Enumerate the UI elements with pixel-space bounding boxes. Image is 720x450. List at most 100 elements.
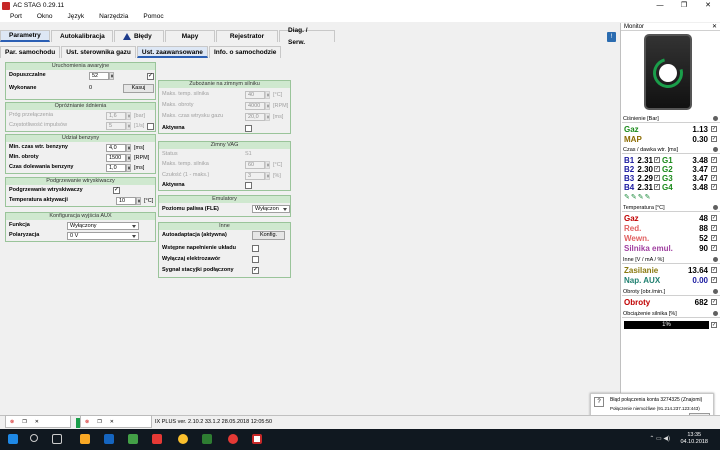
min-czas-spinner[interactable] [126,144,131,152]
map-checkbox[interactable]: ✓ [711,136,717,142]
polaryzacja-label: Polaryzacja [9,232,40,238]
help-icon[interactable]: ! [607,32,616,42]
tab-parametry[interactable]: Parametry [0,30,50,42]
opera-icon[interactable] [228,434,238,444]
restore-icon[interactable]: ❐ [22,419,26,425]
menu-port[interactable]: Port [10,13,22,20]
tab-rejestrator[interactable]: Rejestrator [216,30,278,42]
settings-icon[interactable] [713,205,718,210]
gaz-label: Gaz [624,125,639,134]
b1-checkbox[interactable]: ✓ [654,157,660,163]
poziom-paliwa-select[interactable]: Wyłączon [252,205,290,213]
b3-checkbox[interactable]: ✓ [654,175,660,181]
settings-icon[interactable] [713,289,718,294]
restore-icon[interactable]: ❐ [97,419,101,425]
t-red-checkbox[interactable]: ✓ [711,225,717,231]
zasilanie-checkbox[interactable]: ✓ [711,267,717,273]
sygnal-checkbox[interactable]: ✓ [252,267,259,274]
t-silnika-checkbox[interactable]: ✓ [711,245,717,251]
czas-dolewania-input[interactable]: 1,0 [106,164,126,172]
obroty-checkbox[interactable]: ✓ [711,299,717,305]
search-icon[interactable] [30,434,38,442]
minimized-window-1[interactable]: ⊗ ❐ ✕ [5,415,71,428]
windows-start-icon[interactable] [8,434,18,444]
nap-aux-checkbox[interactable]: ✓ [711,277,717,283]
app-icon[interactable] [128,434,138,444]
restore-button[interactable]: ❐ [672,0,696,11]
close-icon[interactable]: ✕ [712,23,717,31]
dopuszczalne-spinner[interactable] [109,72,114,80]
czas-header-text: Czas / dawka wtr. [ms] [623,147,679,153]
temp-aktywacji-spinner[interactable] [136,197,141,205]
g1-checkbox[interactable]: ✓ [711,157,717,163]
tab-autokalibracja[interactable]: Autokalibracja [51,30,113,42]
vag-aktywna-checkbox[interactable] [245,182,252,189]
maks-obroty-spinner [265,102,270,110]
podgrzewanie-checkbox[interactable]: ✓ [113,187,120,194]
menu-narzedzia[interactable]: Narzędzia [99,13,128,20]
clock[interactable]: 13:35 04.10.2018 [680,432,708,446]
file-explorer-icon[interactable] [80,434,90,444]
min-czas-input[interactable]: 4,0 [106,144,126,152]
wstepne-checkbox[interactable] [252,245,259,252]
temp-aktywacji-label: Temperatura aktywacji [9,197,68,203]
podgrzewanie-label: Podgrzewanie wtryskiwaczy [9,187,83,193]
tab-par-samochodu[interactable]: Par. samochodu [0,46,61,58]
g3-checkbox[interactable]: ✓ [711,175,717,181]
min-obroty-spinner[interactable] [126,154,131,162]
app-icon[interactable] [202,434,212,444]
b2-checkbox[interactable]: ✓ [654,166,660,172]
nap-aux-value: 0.00 [692,276,708,285]
b4-value: 2.31 [637,183,653,192]
task-view-icon[interactable] [52,434,62,444]
min-obroty-input[interactable]: 1500 [106,154,126,162]
obciazenie-checkbox[interactable]: ✓ [711,322,717,328]
czas-dolewania-spinner[interactable] [126,164,131,172]
temp-aktywacji-unit: [°C] [144,198,154,204]
close-icon[interactable]: ✕ [35,419,39,425]
settings-icon[interactable] [713,311,718,316]
dopuszczalne-input[interactable]: 52 [89,72,109,80]
tab-diag-serw[interactable]: Diag. / Serw. [279,27,335,46]
t-gaz-checkbox[interactable]: ✓ [711,215,717,221]
menu-pomoc[interactable]: Pomoc [143,13,163,20]
t-wewn-value: 52 [699,234,708,243]
close-icon[interactable]: ✕ [110,419,114,425]
edge-icon[interactable] [104,434,114,444]
oproznianie-checkbox[interactable] [147,123,154,130]
funkcja-select[interactable]: Wyłączony [67,222,139,230]
wylaczaj-checkbox[interactable] [252,256,259,263]
app-icon[interactable] [152,434,162,444]
menu-okno[interactable]: Okno [37,13,53,20]
temp-aktywacji-input[interactable]: 10 [116,197,136,205]
ac-stag-taskbar-icon[interactable] [252,434,262,444]
b4-checkbox[interactable]: ✓ [654,184,660,190]
t-wewn-checkbox[interactable]: ✓ [711,235,717,241]
dopuszczalne-checkbox[interactable]: ✓ [147,73,154,80]
panel-oproznianie: Opróżnianie śdnienia Próg przełączenia 1… [5,102,156,132]
tab-mapy[interactable]: Mapy [165,30,215,42]
obroty-label: Obroty [624,298,651,307]
maks-obroty-label: Maks. obroty [162,102,194,108]
close-button[interactable]: ✕ [696,0,720,11]
g4-checkbox[interactable]: ✓ [711,184,717,190]
tab-ust-sterownika[interactable]: Ust. sterownika gazu [61,46,136,58]
tab-info-samochodzie[interactable]: Info. o samochodzie [208,46,282,58]
polaryzacja-select[interactable]: 0 V [67,232,139,240]
g2-checkbox[interactable]: ✓ [711,166,717,172]
funkcja-value: Wyłączony [70,223,97,229]
gaz-checkbox[interactable]: ✓ [711,126,717,132]
settings-icon[interactable] [713,116,718,121]
minimized-window-2[interactable]: ⊗ ❐ ✕ [80,415,152,428]
tab-bledy[interactable]: Błędy [114,30,164,42]
menu-jezyk[interactable]: Język [67,13,84,20]
settings-icon[interactable] [713,147,718,152]
settings-icon[interactable] [713,257,718,262]
tab-ust-zaawansowane[interactable]: Ust. zaawansowane [136,46,208,58]
chrome-icon[interactable] [178,434,188,444]
kasuj-button[interactable]: Kasuj [123,84,154,93]
aktywna-checkbox[interactable] [245,125,252,132]
konfig-button[interactable]: Konfig. [252,231,285,240]
notification-text: Połączenie niemożliwe (91.214.237.123:44… [610,406,700,411]
minimize-button[interactable]: — [648,0,672,11]
